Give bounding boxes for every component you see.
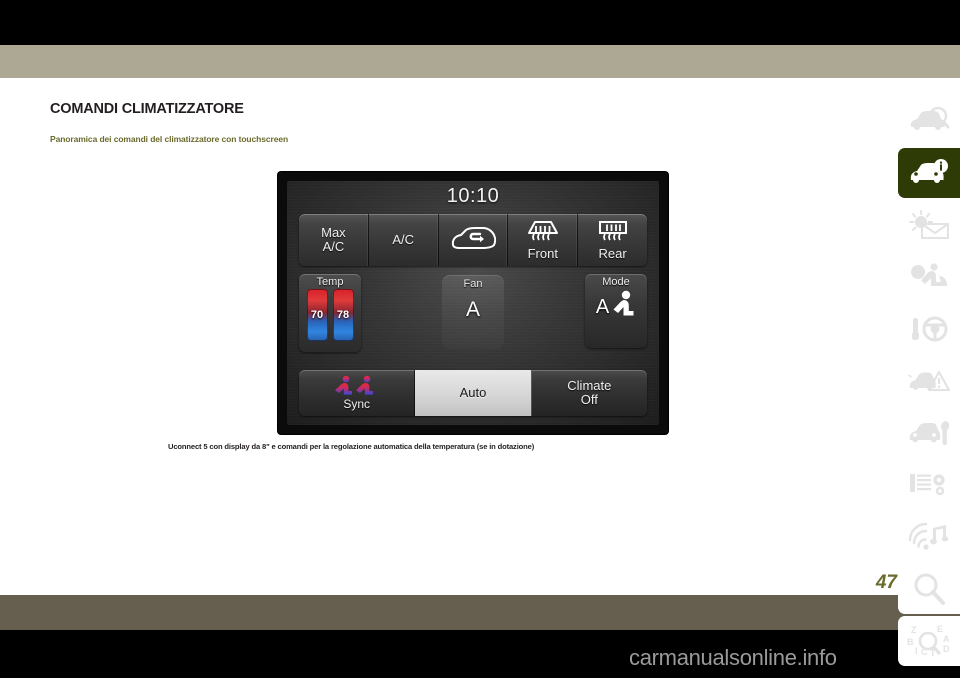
- tab-specifications[interactable]: [898, 460, 960, 510]
- rear-defrost-icon: [597, 220, 629, 247]
- driver-temp-value: 70: [310, 308, 324, 321]
- mode-control[interactable]: Mode A: [585, 274, 647, 348]
- max-ac-label-line1: Max: [321, 225, 346, 241]
- auto-button[interactable]: Auto: [415, 370, 532, 416]
- wifi-music-icon: [908, 522, 950, 552]
- temp-label: Temp: [316, 276, 344, 288]
- climate-off-button[interactable]: Climate Off: [532, 370, 647, 416]
- recirculation-button[interactable]: [439, 214, 509, 266]
- car-wrench-icon: [908, 419, 950, 447]
- car-warning-triangle-icon: [908, 367, 950, 395]
- key-steering-wheel-icon: [908, 315, 950, 343]
- car-magnifier-icon: [908, 107, 950, 135]
- tab-starting-driving[interactable]: [898, 304, 960, 354]
- tab-safety[interactable]: [898, 252, 960, 302]
- section-subtitle: Panoramica dei comandi del climatizzator…: [50, 134, 289, 144]
- occupant-safety-icon: [908, 262, 950, 292]
- fan-value: A: [465, 298, 480, 321]
- manual-page: COMANDI CLIMATIZZATORE Panoramica dei co…: [0, 0, 960, 678]
- svg-text:D: D: [943, 644, 950, 654]
- climate-middle-zone: Temp 70 78 Fan A Mode A: [299, 274, 647, 354]
- climate-off-label-line2: Off: [580, 392, 598, 407]
- page-title: COMANDI CLIMATIZZATORE: [50, 101, 244, 117]
- front-defrost-label: Front: [527, 245, 558, 261]
- sun-envelope-icon: [908, 210, 950, 240]
- tab-dashboard-warnings[interactable]: [898, 200, 960, 250]
- driver-temp-bar[interactable]: 70: [306, 289, 328, 341]
- tab-vehicle-info[interactable]: [898, 148, 960, 198]
- climate-off-label-line1: Climate: [567, 377, 612, 393]
- alphabetical-index-icon: Z E B A I C T D: [906, 624, 952, 658]
- climate-bottom-button-bar: Sync Auto Climate Off: [299, 370, 647, 416]
- mode-value: A: [595, 295, 610, 318]
- tab-emergency[interactable]: [898, 356, 960, 406]
- site-watermark: carmanualsonline.info: [629, 645, 837, 670]
- tab-maintenance[interactable]: [898, 408, 960, 458]
- recirculation-icon: [449, 226, 497, 255]
- seat-airflow-icon: [610, 289, 636, 324]
- list-gears-icon: [908, 471, 950, 499]
- max-ac-button[interactable]: Max A/C: [299, 214, 369, 266]
- chapter-tab-strip: Z E B A I C T D: [898, 96, 960, 668]
- rear-defrost-label: Rear: [598, 245, 627, 261]
- page-number: 47: [875, 572, 897, 593]
- fan-control[interactable]: Fan A: [442, 275, 504, 349]
- top-decorative-band: [0, 45, 960, 78]
- passenger-temp-value: 78: [336, 308, 350, 321]
- auto-label: Auto: [459, 384, 487, 400]
- front-defrost-icon: [526, 220, 560, 247]
- svg-text:E: E: [937, 624, 943, 634]
- ac-button[interactable]: A/C: [369, 214, 439, 266]
- max-ac-label-line2: A/C: [322, 239, 345, 254]
- rear-defrost-button[interactable]: Rear: [578, 214, 647, 266]
- uconnect-radio-photo: 10:10 Max A/C A/C Front Rear Temp 70 78 …: [278, 172, 668, 434]
- tab-multimedia[interactable]: [898, 512, 960, 562]
- tab-alphabetical-index[interactable]: Z E B A I C T D: [898, 616, 960, 666]
- ac-label: A/C: [392, 232, 415, 248]
- fan-label: Fan: [463, 278, 483, 290]
- sync-label: Sync: [343, 397, 370, 412]
- svg-text:A: A: [943, 634, 950, 644]
- temperature-control[interactable]: Temp 70 78: [299, 274, 361, 352]
- magnifier-icon: [912, 573, 946, 605]
- uconnect-touchscreen[interactable]: 10:10 Max A/C A/C Front Rear Temp 70 78 …: [287, 181, 659, 425]
- sync-button[interactable]: Sync: [299, 370, 416, 416]
- svg-text:Z: Z: [911, 625, 917, 635]
- car-info-icon: [908, 159, 950, 187]
- front-defrost-button[interactable]: Front: [508, 214, 579, 266]
- clock-display: 10:10: [446, 185, 500, 207]
- mode-value-row: A: [596, 289, 636, 324]
- svg-text:I: I: [915, 646, 918, 656]
- bottom-decorative-band: [0, 595, 960, 630]
- tab-search[interactable]: [898, 564, 960, 614]
- figure-caption: Uconnect 5 con display da 8" e comandi p…: [168, 442, 535, 451]
- svg-text:B: B: [907, 637, 914, 647]
- climate-top-button-bar: Max A/C A/C Front Rear: [299, 214, 647, 266]
- mode-label: Mode: [602, 276, 630, 288]
- tab-vehicle-overview[interactable]: [898, 96, 960, 146]
- passenger-temp-bar[interactable]: 78: [332, 289, 354, 341]
- temp-bars: 70 78: [299, 289, 361, 341]
